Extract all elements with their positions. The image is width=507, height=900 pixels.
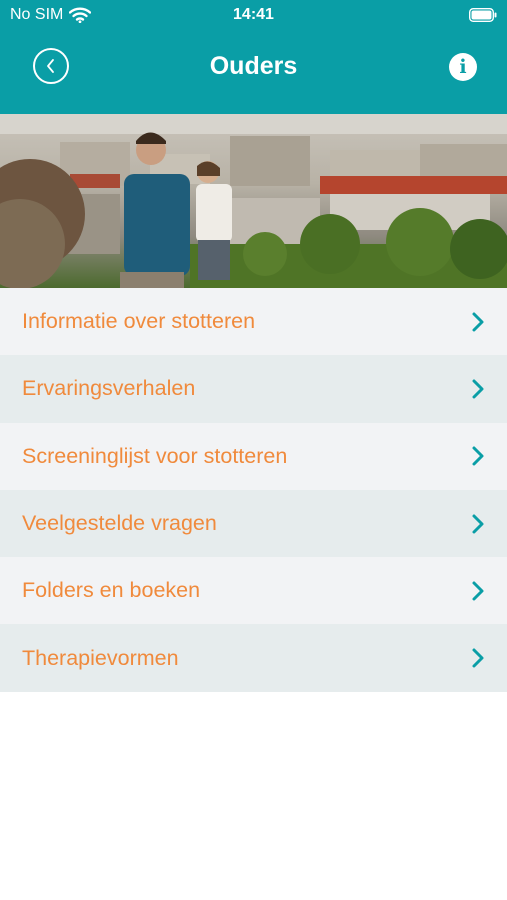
menu-item-label: Informatie over stotteren bbox=[22, 309, 256, 334]
menu-item-ervaringsverhalen[interactable]: Ervaringsverhalen bbox=[0, 355, 507, 423]
status-time: 14:41 bbox=[233, 6, 274, 23]
menu-item-informatie-over-stotteren[interactable]: Informatie over stotteren bbox=[0, 288, 507, 356]
status-bar: No SIM 14:41 bbox=[0, 0, 507, 32]
nav-bar: Ouders i bbox=[0, 32, 507, 114]
menu-item-label: Screeninglijst voor stotteren bbox=[22, 443, 288, 468]
page-title: Ouders bbox=[209, 52, 298, 80]
chevron-right-icon bbox=[472, 446, 484, 466]
menu-item-label: Therapievormen bbox=[22, 645, 179, 670]
chevron-right-icon bbox=[472, 648, 484, 668]
menu-item-folders-en-boeken[interactable]: Folders en boeken bbox=[0, 557, 507, 625]
menu-item-veelgestelde-vragen[interactable]: Veelgestelde vragen bbox=[0, 489, 507, 558]
hero-photo-illustration bbox=[0, 114, 507, 288]
battery-icon bbox=[469, 8, 497, 22]
info-icon: i bbox=[459, 55, 467, 78]
menu-item-screeninglijst-voor-stotteren[interactable]: Screeninglijst voor stotteren bbox=[0, 422, 507, 490]
menu-item-label: Folders en boeken bbox=[22, 578, 201, 603]
info-button[interactable]: i bbox=[449, 53, 477, 81]
menu-list: Informatie over stotteren Ervaringsverha… bbox=[0, 288, 507, 692]
menu-item-label: Veelgestelde vragen bbox=[22, 511, 217, 536]
chevron-right-icon bbox=[472, 581, 484, 601]
menu-item-therapievormen[interactable]: Therapievormen bbox=[0, 624, 507, 692]
app-header: No SIM 14:41 Ouders i bbox=[0, 0, 507, 114]
chevron-right-icon bbox=[472, 312, 484, 332]
chevron-right-icon bbox=[472, 379, 484, 399]
menu-item-label: Ervaringsverhalen bbox=[22, 376, 196, 401]
chevron-right-icon bbox=[472, 514, 484, 534]
hero-image bbox=[0, 114, 507, 288]
